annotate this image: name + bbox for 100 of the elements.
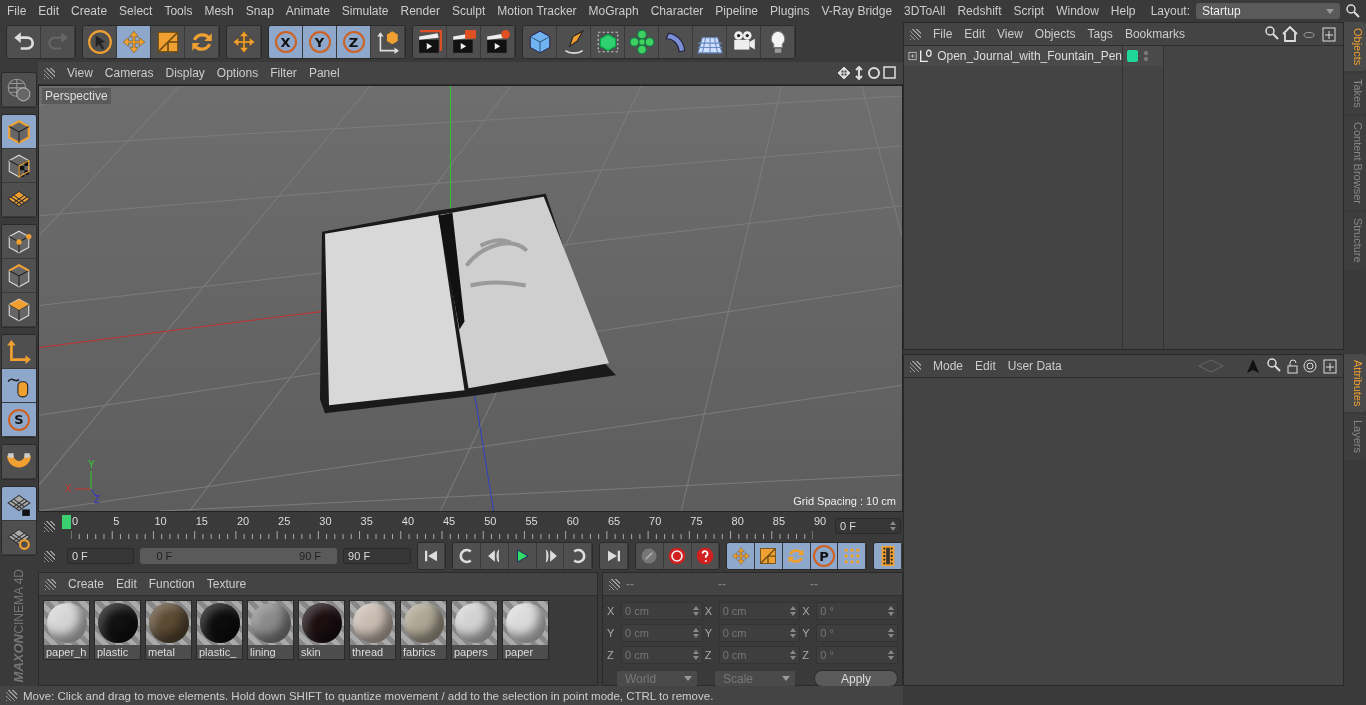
current-frame-field[interactable]: 0 F: [835, 518, 901, 534]
menu-item[interactable]: Tools: [158, 4, 199, 18]
material-swatch[interactable]: paper_h: [43, 600, 90, 660]
side-tab[interactable]: Objects: [1344, 22, 1366, 72]
render-picture-button[interactable]: [447, 26, 481, 58]
menu-item[interactable]: Select: [113, 4, 159, 18]
material-swatch[interactable]: plastic_: [196, 600, 243, 660]
snap-button[interactable]: S: [2, 403, 36, 437]
edges-mode-button[interactable]: [2, 259, 36, 293]
side-tab[interactable]: Attributes: [1344, 354, 1366, 413]
menu-item[interactable]: Objects: [1028, 27, 1082, 41]
magnet-button[interactable]: [2, 445, 36, 479]
menu-item[interactable]: 3DToAll: [898, 4, 952, 18]
menu-item[interactable]: Edit: [32, 4, 66, 18]
workplane-button[interactable]: [2, 183, 36, 217]
next-frame-button[interactable]: [536, 543, 565, 569]
menu-item[interactable]: Render: [394, 4, 446, 18]
spinner-arrows-icon[interactable]: [692, 650, 699, 660]
menu-item[interactable]: Create: [62, 577, 111, 591]
help-button[interactable]: [691, 543, 720, 569]
menu-item[interactable]: Help: [1104, 4, 1142, 18]
rotate-tool-button[interactable]: [185, 26, 219, 58]
previous-key-button[interactable]: [453, 543, 482, 569]
search-icon[interactable]: [1346, 4, 1360, 18]
menu-item[interactable]: Pipeline: [709, 4, 765, 18]
spinner-arrows-icon[interactable]: [692, 606, 699, 616]
material-swatch[interactable]: plastic: [94, 600, 141, 660]
material-swatch[interactable]: thread: [349, 600, 396, 660]
menu-item[interactable]: MoGraph: [582, 4, 645, 18]
menu-item[interactable]: Tags: [1081, 27, 1119, 41]
material-swatch[interactable]: paper: [502, 600, 549, 660]
render-settings-button[interactable]: [481, 26, 515, 58]
grid-cycle-button[interactable]: [2, 521, 36, 555]
material-swatch[interactable]: lining: [247, 600, 294, 660]
menu-item[interactable]: Function: [142, 577, 201, 591]
layout-dropdown[interactable]: Startup: [1196, 3, 1340, 19]
menu-item[interactable]: Character: [644, 4, 710, 18]
material-swatch[interactable]: fabrics: [400, 600, 447, 660]
menu-item[interactable]: Create: [65, 4, 114, 18]
spinner-arrows-icon[interactable]: [790, 606, 797, 616]
menu-item[interactable]: File: [927, 27, 959, 41]
axis-mode-button[interactable]: [2, 335, 36, 369]
menu-item[interactable]: Snap: [239, 4, 280, 18]
playhead-marker[interactable]: [62, 515, 71, 529]
spinner-arrows-icon[interactable]: [790, 628, 797, 638]
key-rotation-button[interactable]: [782, 543, 811, 569]
axis-lock-button[interactable]: Y: [303, 26, 337, 58]
bend-deformer-button[interactable]: [659, 26, 693, 58]
move-tool-button[interactable]: [117, 26, 151, 58]
last-frame-button[interactable]: [600, 543, 628, 569]
cloner-button[interactable]: [625, 26, 659, 58]
layer-color-swatch[interactable]: [1127, 50, 1138, 62]
spinner-arrows-icon[interactable]: [888, 606, 894, 616]
menu-item[interactable]: Simulate: [335, 4, 395, 18]
object-row[interactable]: Open_Journal_with_Fountain_Pen: [904, 46, 1122, 66]
cube-button[interactable]: [523, 26, 557, 58]
coordinate-system-button[interactable]: [371, 26, 405, 58]
previous-frame-button[interactable]: [481, 543, 509, 569]
polygons-mode-button[interactable]: [2, 293, 36, 327]
key-point-level-button[interactable]: [838, 543, 867, 569]
menu-item[interactable]: Texture: [200, 577, 253, 591]
menu-item[interactable]: Bookmarks: [1118, 27, 1191, 41]
axis-lock-button[interactable]: Z: [337, 26, 371, 58]
points-mode-button[interactable]: [2, 225, 36, 259]
menu-item[interactable]: Display: [159, 66, 211, 80]
live-selection-button[interactable]: [83, 26, 117, 58]
play-button[interactable]: [508, 543, 537, 569]
menu-item[interactable]: Edit: [110, 577, 143, 591]
autokey-button[interactable]: [663, 543, 692, 569]
menu-item[interactable]: Animate: [279, 4, 336, 18]
model-mode-button[interactable]: [2, 115, 36, 149]
recent-move-tool-button[interactable]: [227, 26, 261, 58]
first-frame-button[interactable]: [417, 543, 446, 569]
render-view-button[interactable]: [413, 26, 447, 58]
spinner-arrows-icon[interactable]: [888, 650, 894, 660]
menu-item[interactable]: Cameras: [98, 66, 160, 80]
spinner-arrows-icon[interactable]: [890, 521, 896, 531]
end-frame-field[interactable]: 90 F: [343, 548, 411, 564]
spinner-arrows-icon[interactable]: [888, 628, 894, 638]
material-swatch[interactable]: skin: [298, 600, 345, 660]
pen-button[interactable]: [557, 26, 591, 58]
axis-lock-button[interactable]: X: [269, 26, 303, 58]
light-button[interactable]: [761, 26, 795, 58]
menu-item[interactable]: Options: [210, 66, 265, 80]
menu-item[interactable]: Script: [1007, 4, 1051, 18]
camera-button[interactable]: [727, 26, 761, 58]
menu-item[interactable]: View: [61, 66, 99, 80]
globe-button[interactable]: [2, 73, 36, 107]
subdivision-button[interactable]: [591, 26, 625, 58]
menu-item[interactable]: Plugins: [764, 4, 816, 18]
menu-item[interactable]: Edit: [958, 27, 992, 41]
start-frame-field[interactable]: 0 F: [66, 548, 135, 564]
menu-item[interactable]: Filter: [264, 66, 303, 80]
material-swatch[interactable]: metal: [145, 600, 192, 660]
menu-item[interactable]: Edit: [969, 359, 1002, 373]
menu-item[interactable]: Mesh: [198, 4, 240, 18]
menu-item[interactable]: View: [991, 27, 1029, 41]
spinner-arrows-icon[interactable]: [790, 650, 797, 660]
visibility-dots-icon[interactable]: [1143, 48, 1149, 64]
menu-item[interactable]: Mode: [927, 359, 970, 373]
